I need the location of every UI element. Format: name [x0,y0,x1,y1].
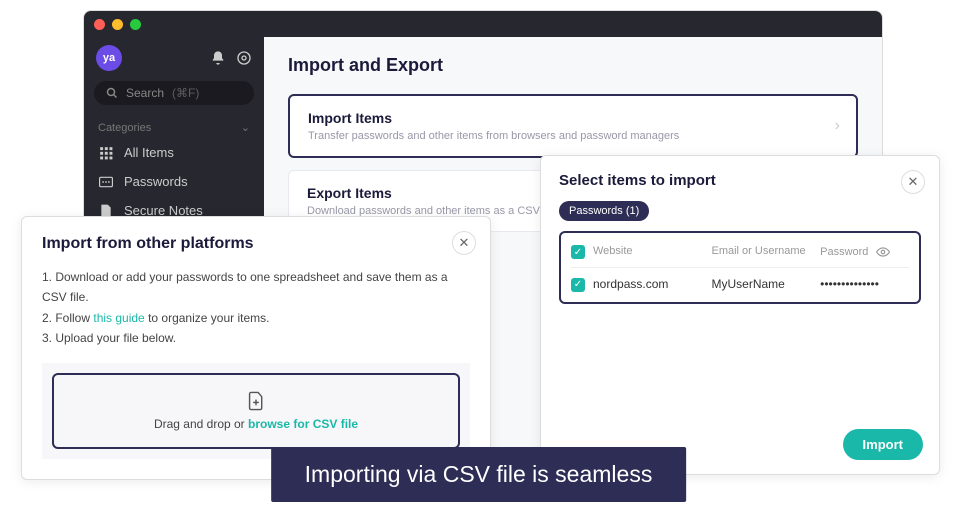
close-button[interactable]: ✕ [452,231,476,255]
gear-icon[interactable] [236,50,252,66]
bell-icon[interactable] [210,50,226,66]
table-header: ✓ Website Email or Username Password [571,241,909,268]
maximize-window-button[interactable] [130,19,141,30]
cell-website: nordpass.com [593,277,712,291]
page-title: Import and Export [288,55,858,76]
step-2: 2. Follow this guide to organize your it… [42,308,470,328]
categories-header[interactable]: Categories ⌄ [84,117,264,138]
search-placeholder: Search [126,86,164,100]
avatar[interactable]: ya [96,45,122,71]
card-title: Import Items [308,110,838,126]
titlebar [84,11,882,37]
table-row[interactable]: ✓ nordpass.com MyUserName •••••••••••••• [571,268,909,294]
close-window-button[interactable] [94,19,105,30]
step-3: 3. Upload your file below. [42,328,470,348]
cell-password: •••••••••••••• [820,277,909,291]
close-icon: ✕ [908,174,919,190]
sidebar-item-label: Passwords [124,174,188,189]
row-checkbox[interactable]: ✓ [571,278,585,292]
import-items-card[interactable]: Import Items Transfer passwords and othe… [288,94,858,158]
card-desc: Transfer passwords and other items from … [308,130,838,142]
step-1: 1. Download or add your passwords to one… [42,267,470,308]
password-icon [98,176,114,188]
close-icon: ✕ [459,235,470,251]
close-button[interactable]: ✕ [901,170,925,194]
search-input[interactable]: Search (⌘F) [94,81,254,105]
import-from-platforms-panel: ✕ Import from other platforms 1. Downloa… [21,216,491,480]
header-username: Email or Username [712,245,821,259]
file-add-icon [70,391,442,411]
import-button[interactable]: Import [843,429,923,460]
passwords-pill[interactable]: Passwords (1) [559,201,649,221]
guide-link[interactable]: this guide [93,311,144,325]
eye-icon[interactable] [876,245,890,259]
caption-banner: Importing via CSV file is seamless [271,447,687,502]
sidebar-item-label: All Items [124,145,174,160]
select-all-checkbox[interactable]: ✓ [571,245,585,259]
panel-title: Import from other platforms [42,235,470,253]
csv-dropzone[interactable]: Drag and drop or browse for CSV file [52,373,460,449]
grid-icon [98,146,114,160]
chevron-down-icon: ⌄ [241,121,250,134]
traffic-lights [94,19,141,30]
browse-csv-link[interactable]: browse for CSV file [248,417,358,431]
sidebar-item-passwords[interactable]: Passwords [84,167,264,196]
items-table: ✓ Website Email or Username Password ✓ n… [559,231,921,304]
panel-title: Select items to import [559,172,921,189]
sidebar-item-all-items[interactable]: All Items [84,138,264,167]
chevron-right-icon: › [835,117,840,135]
search-shortcut: (⌘F) [172,86,199,100]
select-items-panel: ✕ Select items to import Passwords (1) ✓… [540,155,940,475]
header-password: Password [820,246,868,258]
header-website: Website [593,245,712,259]
minimize-window-button[interactable] [112,19,123,30]
cell-username: MyUserName [712,277,821,291]
